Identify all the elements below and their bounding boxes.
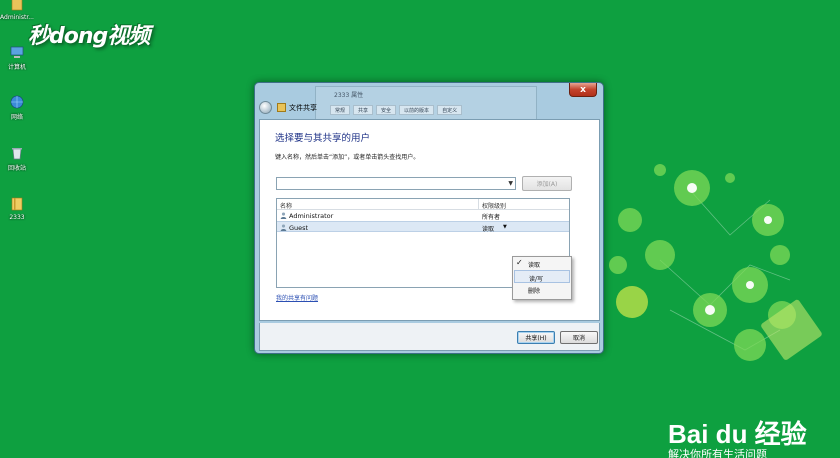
bg-tab-customize: 自定义: [437, 105, 463, 115]
chevron-down-icon[interactable]: ▼: [503, 224, 507, 230]
instruction-text: 键入名称，然后单击“添加”，或者单击箭头查找用户。: [275, 154, 420, 161]
desktop-icon-label: 2333: [9, 214, 25, 221]
desktop-icon-recycle-bin[interactable]: 回收站: [2, 145, 32, 172]
recycle-bin-icon: [12, 148, 22, 160]
menu-item-remove[interactable]: 删除: [513, 283, 571, 296]
desktop-icon-label: 计算机: [7, 64, 26, 71]
computer-icon: [10, 46, 24, 58]
user-folder-icon: [11, 0, 23, 11]
desktop-icon-label: 回收站: [7, 165, 26, 172]
checkmark-icon: ✓: [516, 258, 523, 267]
baidu-tagline: 解决你所有生活问题: [668, 448, 767, 458]
user-icon: [280, 224, 287, 231]
close-icon: x: [580, 84, 586, 95]
dropdown-arrow-icon[interactable]: ▼: [508, 180, 513, 187]
bg-tab-sharing: 共享: [353, 105, 374, 115]
table-row[interactable]: Administrator 所有者: [277, 210, 569, 221]
dialog-footer: 共享(H) 取消: [259, 323, 600, 351]
user-name: Guest: [289, 224, 309, 232]
desktop-icon-network[interactable]: 网络: [2, 94, 32, 121]
menu-item-label: 读取: [528, 262, 541, 269]
background-properties-window: 2333 属性 常规 共享 安全 以前的版本 自定义: [315, 86, 537, 120]
menu-item-read[interactable]: ✓ 读取: [513, 257, 571, 270]
back-button[interactable]: [259, 101, 272, 114]
menu-item-label: 读/写: [529, 276, 544, 283]
file-sharing-dialog: 2333 属性 常规 共享 安全 以前的版本 自定义 x 文件共享 选择要与其共…: [254, 82, 604, 354]
background-window-title: 2333 属性: [334, 92, 364, 99]
bg-tab-general: 常规: [330, 105, 351, 115]
bg-tab-security: 安全: [376, 105, 397, 115]
permission-context-menu: ✓ 读取 读/写 删除: [512, 256, 572, 300]
column-header-name[interactable]: 名称: [280, 201, 292, 210]
permission-level-dropdown[interactable]: 读取: [482, 224, 494, 233]
desktop-icon-2333-folder[interactable]: 2333: [2, 196, 32, 221]
dialog-titlebar: 2333 属性 常规 共享 安全 以前的版本 自定义 x 文件共享: [255, 83, 603, 120]
user-name: Administrator: [289, 212, 334, 220]
permission-level: 所有者: [482, 214, 501, 221]
share-button[interactable]: 共享(H): [517, 331, 555, 344]
page-heading: 选择要与其共享的用户: [275, 133, 371, 144]
list-header: 名称 权限级别: [277, 199, 569, 210]
dialog-content: 选择要与其共享的用户 键入名称，然后单击“添加”，或者单击箭头查找用户。 ▼ 添…: [259, 119, 600, 321]
user-icon: [280, 212, 287, 219]
table-row-selected[interactable]: Guest 读取 ▼: [277, 221, 569, 233]
desktop-icon-label: 网络: [10, 114, 23, 121]
bg-tab-previous-versions: 以前的版本: [399, 105, 435, 115]
user-name-combobox[interactable]: ▼: [276, 177, 516, 190]
decorative-lightbulb-graphic: [609, 164, 822, 361]
column-header-permission[interactable]: 权限级别: [482, 201, 506, 210]
file-share-icon: [277, 103, 286, 112]
help-link[interactable]: 我的共享有问题: [276, 293, 318, 302]
dialog-title: 文件共享: [289, 104, 317, 112]
menu-item-read-write[interactable]: 读/写: [514, 270, 570, 283]
cancel-button[interactable]: 取消: [560, 331, 598, 344]
close-button[interactable]: x: [569, 83, 597, 97]
column-divider[interactable]: [478, 199, 479, 210]
network-globe-icon: [10, 95, 24, 109]
background-window-tabs: 常规 共享 安全 以前的版本 自定义: [330, 105, 463, 115]
add-button[interactable]: 添加(A): [522, 176, 572, 191]
folder-icon: [11, 197, 23, 211]
menu-item-label: 删除: [528, 288, 541, 295]
video-watermark-logo: 秒dong视频: [28, 24, 150, 49]
